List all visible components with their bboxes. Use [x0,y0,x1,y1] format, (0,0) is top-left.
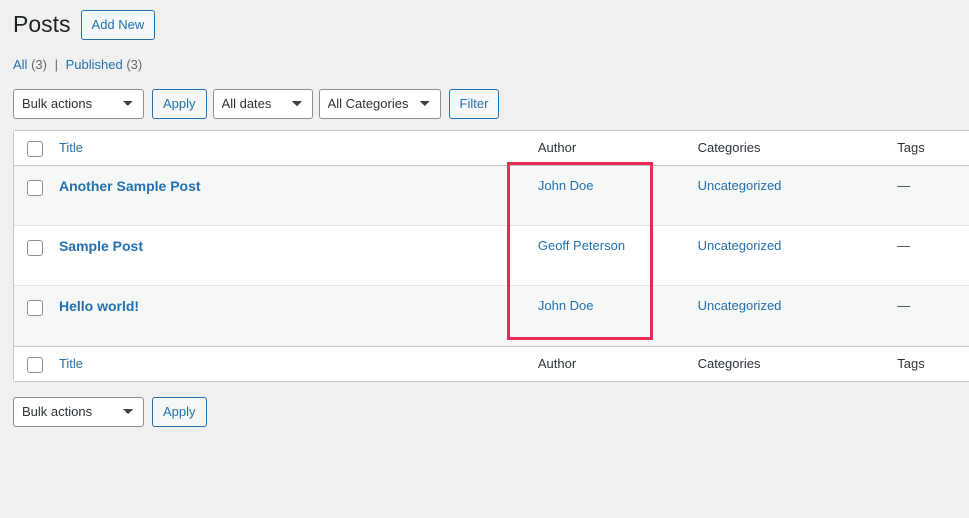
row-select-checkbox[interactable] [27,180,43,196]
select-all-checkbox-bottom[interactable] [27,356,43,373]
add-new-button[interactable]: Add New [80,9,156,40]
posts-table-container: Title Author Categories Tags Another Sam… [13,119,969,382]
tablenav-top: Bulk actions Apply All dates All Categor… [13,89,969,119]
category-filter-select[interactable]: All Categories [318,89,441,119]
status-filter-separator: | [51,52,62,78]
posts-table-head: Title Author Categories Tags [14,131,969,166]
status-filter-published[interactable]: Published (3) [66,52,143,78]
post-status-filter-list: All (3) | Published (3) [13,52,969,78]
table-row: Sample Post Geoff Peterson Uncategorized… [14,226,969,286]
date-filter-select[interactable]: All dates [212,89,313,119]
post-tags-value: — [897,298,911,313]
post-title-link[interactable]: Hello world! [59,298,139,314]
bulk-actions-select-top[interactable]: Bulk actions [13,89,144,119]
row-select-checkbox[interactable] [27,300,43,316]
column-footer-categories: Categories [697,346,898,381]
separator-pipe: | [54,57,58,72]
column-footer-author: Author [537,346,698,381]
row-checkbox-cell [14,286,59,346]
select-all-checkbox-top[interactable] [27,140,43,157]
posts-page: Posts Add New All (3) | Published (3) Bu… [0,0,969,427]
row-tags-cell: — [897,166,969,226]
column-header-author: Author [537,131,698,166]
posts-table-body: Another Sample Post John Doe Uncategoriz… [14,166,969,346]
column-footer-title-link[interactable]: Title [59,356,83,371]
table-row: Hello world! John Doe Uncategorized — [14,286,969,346]
row-categories-cell: Uncategorized [698,286,898,346]
row-checkbox-cell [14,166,59,226]
status-filter-all[interactable]: All (3) [13,52,47,78]
row-title-cell: Hello world! [59,286,538,346]
posts-table: Title Author Categories Tags Another Sam… [13,130,969,382]
status-filter-all-link[interactable]: All [13,57,27,72]
row-title-cell: Sample Post [58,226,538,286]
status-filter-published-count: (3) [126,57,143,72]
status-filter-all-count: (3) [31,57,47,72]
row-categories-cell: Uncategorized [697,226,898,286]
column-footer-tags: Tags [897,346,969,381]
post-title-link[interactable]: Sample Post [59,238,143,254]
row-author-cell: John Doe [537,166,698,226]
post-author-link[interactable]: John Doe [538,298,594,313]
row-tags-cell: — [897,286,969,346]
table-header-row: Title Author Categories Tags [14,131,969,166]
bulk-actions-select-bottom[interactable]: Bulk actions [13,397,144,427]
apply-button-top[interactable]: Apply [152,89,207,119]
page-header: Posts Add New [13,0,969,40]
column-header-tags: Tags [897,131,969,166]
post-title-link[interactable]: Another Sample Post [59,178,201,194]
post-category-link[interactable]: Uncategorized [698,298,782,313]
row-tags-cell: — [897,226,969,286]
posts-table-foot: Title Author Categories Tags [14,346,969,381]
row-author-cell: Geoff Peterson [537,226,698,286]
row-title-cell: Another Sample Post [58,166,538,226]
table-footer-row: Title Author Categories Tags [14,346,969,381]
row-categories-cell: Uncategorized [697,166,898,226]
select-all-header [14,131,59,166]
post-tags-value: — [897,178,911,193]
post-author-link[interactable]: John Doe [538,178,594,193]
post-tags-value: — [897,238,911,253]
column-header-categories: Categories [697,131,898,166]
select-all-footer [14,346,59,381]
row-select-checkbox[interactable] [27,240,43,256]
tablenav-bottom: Bulk actions Apply [13,397,969,427]
post-author-link[interactable]: Geoff Peterson [538,238,625,253]
column-header-title[interactable]: Title [58,131,538,166]
table-row: Another Sample Post John Doe Uncategoriz… [14,166,969,226]
apply-button-bottom[interactable]: Apply [152,397,207,427]
status-filter-published-link[interactable]: Published [66,57,123,72]
filter-button[interactable]: Filter [448,89,500,119]
post-category-link[interactable]: Uncategorized [698,238,782,253]
column-header-title-link[interactable]: Title [59,140,83,155]
post-category-link[interactable]: Uncategorized [698,178,782,193]
column-footer-title[interactable]: Title [58,346,538,381]
row-author-cell: John Doe [538,286,698,346]
page-title: Posts [13,10,71,37]
row-checkbox-cell [14,226,59,286]
